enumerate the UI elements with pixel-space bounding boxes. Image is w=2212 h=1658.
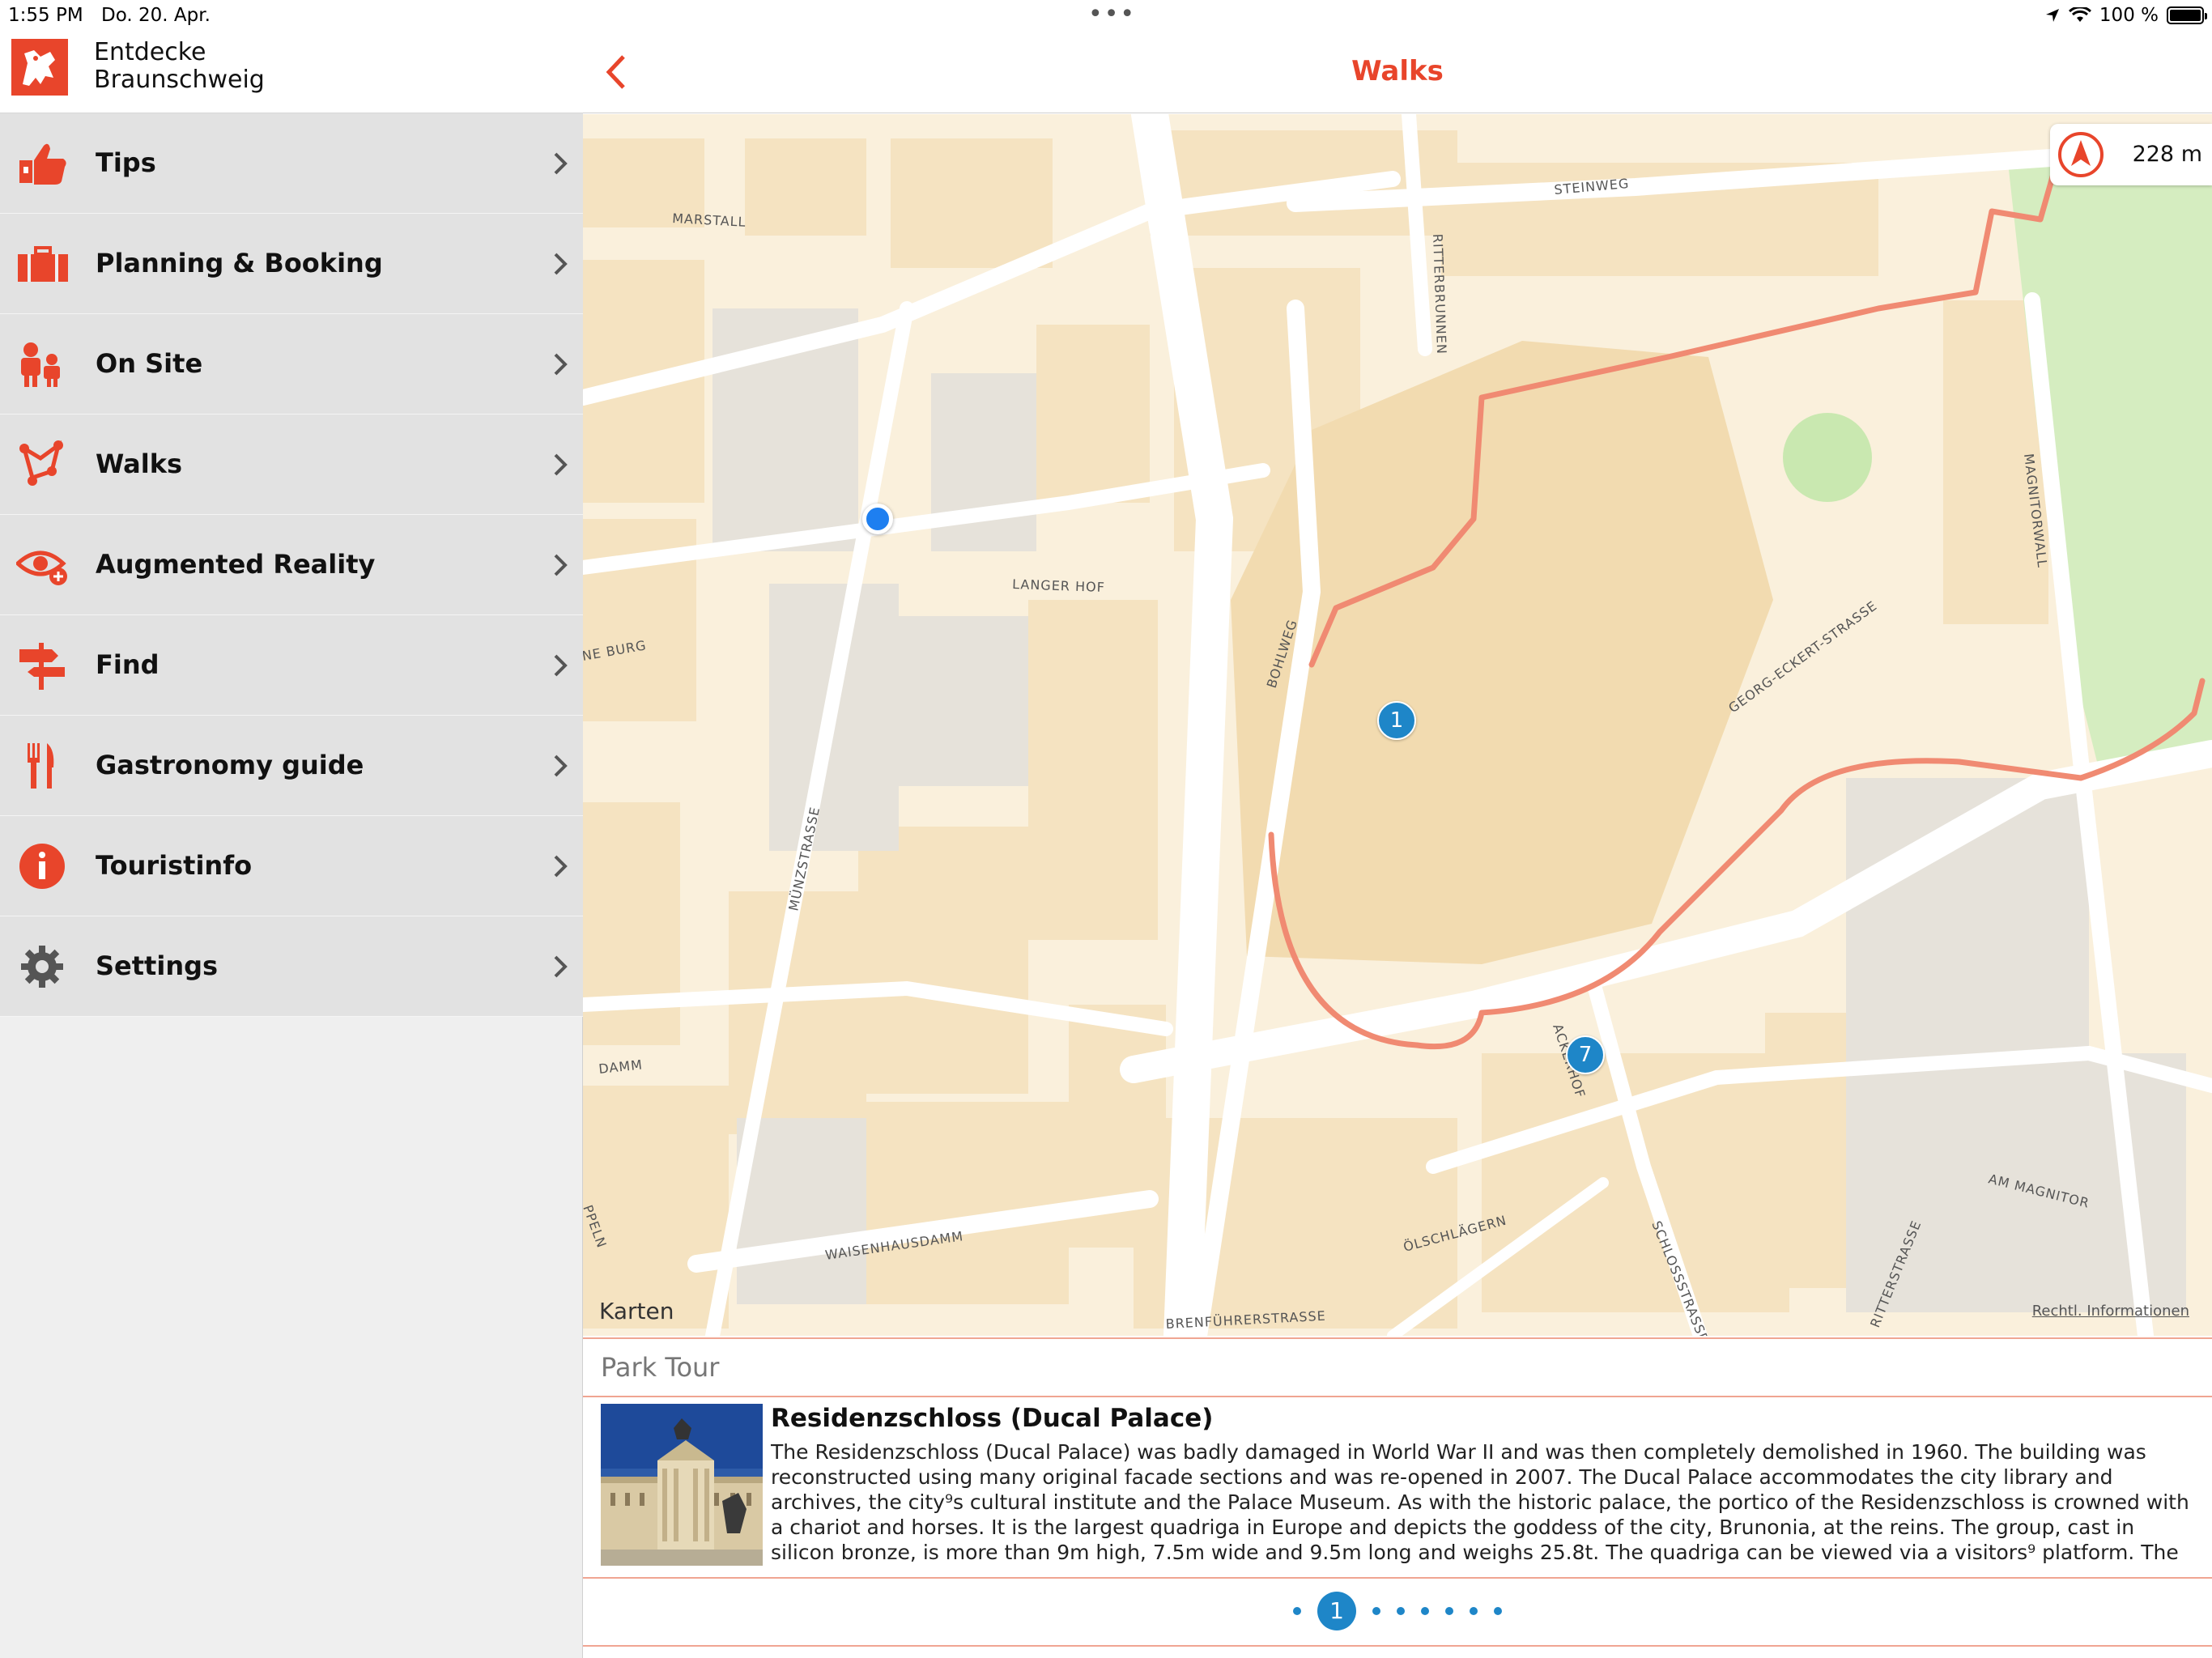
map-marker-1[interactable]: 1	[1377, 701, 1416, 740]
battery-percent: 100 %	[2099, 5, 2159, 26]
divider	[583, 1577, 2212, 1579]
status-date: Do. 20. Apr.	[101, 5, 211, 26]
attribution-text: Karten	[599, 1298, 674, 1324]
page-dot[interactable]	[1470, 1607, 1478, 1615]
people-icon	[21, 342, 60, 387]
signpost-icon	[19, 643, 65, 690]
menu-item-walks[interactable]: Walks	[0, 414, 583, 515]
menu-label: Touristinfo	[96, 850, 253, 881]
menu-label: Augmented Reality	[96, 549, 376, 580]
menu-item-settings[interactable]: Settings	[0, 916, 583, 1017]
menu-label: Planning & Booking	[96, 248, 383, 278]
menu-item-tips[interactable]: Tips	[0, 113, 583, 214]
main-menu: Tips Planning & Booking On Site Walks Au	[0, 113, 583, 1017]
poi-thumbnail[interactable]	[601, 1404, 763, 1566]
menu-item-find[interactable]: Find	[0, 615, 583, 716]
distance-widget[interactable]: 228 m	[2050, 124, 2212, 185]
cutlery-icon	[28, 743, 54, 789]
menu-label: Gastronomy guide	[96, 750, 364, 780]
brand-line1: Entdecke	[94, 38, 206, 66]
divider	[583, 1396, 2212, 1397]
street-label: RITTERBRUNNEN	[1430, 233, 1449, 355]
poi-title[interactable]: Residenzschloss (Ducal Palace)	[771, 1404, 1213, 1433]
menu-item-planning-booking[interactable]: Planning & Booking	[0, 214, 583, 314]
page-indicator[interactable]: 1	[583, 1587, 2212, 1635]
gear-icon	[21, 946, 63, 988]
page-dot[interactable]	[1421, 1607, 1429, 1615]
current-location-dot	[862, 504, 893, 534]
page-dot[interactable]	[1397, 1607, 1405, 1615]
poi-description: The Residenzschloss (Ducal Palace) was b…	[771, 1440, 2189, 1569]
chevron-right-icon	[554, 353, 568, 376]
brand-line2: Braunschweig	[94, 66, 265, 94]
status-right: 100 %	[2044, 5, 2207, 26]
menu-item-on-site[interactable]: On Site	[0, 314, 583, 414]
battery-icon	[2167, 6, 2207, 24]
suitcase-icon	[18, 246, 68, 282]
divider	[583, 1645, 2212, 1647]
page-dot[interactable]	[1494, 1607, 1502, 1615]
nav-header: Walks	[583, 32, 2212, 113]
page-dot[interactable]	[1293, 1607, 1301, 1615]
route-icon	[19, 440, 63, 486]
page-dot[interactable]	[1372, 1607, 1380, 1615]
park-circle	[1783, 413, 1872, 502]
street-label: LANGER HOF	[1012, 576, 1105, 595]
maps-attribution: Karten	[599, 1298, 674, 1324]
legal-link[interactable]: Rechtl. Informationen	[2032, 1303, 2189, 1320]
tour-name: Park Tour	[601, 1352, 720, 1383]
poi-card: Park Tour Residenzschloss (Ducal Palace)…	[583, 1337, 2212, 1658]
chevron-right-icon	[554, 253, 568, 275]
page-dot-current[interactable]: 1	[1317, 1592, 1356, 1630]
status-bar: 1:55 PM Do. 20. Apr. ••• 100 %	[0, 0, 2212, 32]
menu-label: Walks	[96, 449, 183, 479]
wifi-icon	[2068, 7, 2091, 22]
chevron-right-icon	[554, 955, 568, 978]
chevron-right-icon	[554, 855, 568, 878]
eye-icon	[16, 551, 67, 585]
menu-label: Find	[96, 649, 160, 680]
chevron-right-icon	[554, 654, 568, 677]
chevron-right-icon	[554, 152, 568, 175]
chevron-right-icon	[554, 554, 568, 576]
distance-value: 228 m	[2132, 142, 2202, 167]
multitasking-dots-icon[interactable]: •••	[1088, 0, 1136, 28]
map-marker-7[interactable]: 7	[1566, 1035, 1605, 1074]
brand-name: Entdecke Braunschweig	[94, 39, 265, 94]
lion-logo-icon	[11, 39, 68, 96]
page-title: Walks	[1351, 55, 1444, 87]
menu-item-gastronomy-guide[interactable]: Gastronomy guide	[0, 716, 583, 816]
chevron-right-icon	[554, 755, 568, 777]
sidebar: Entdecke Braunschweig Tips Planning & Bo…	[0, 32, 583, 1658]
street-label: DAMM	[598, 1056, 643, 1077]
menu-label: Tips	[96, 147, 156, 178]
palace-block	[1231, 341, 1773, 964]
app-root: 1:55 PM Do. 20. Apr. ••• 100 % Entdecke …	[0, 0, 2212, 1658]
menu-label: Settings	[96, 950, 219, 981]
palace-photo-icon	[601, 1404, 763, 1566]
page-dot[interactable]	[1445, 1607, 1453, 1615]
location-arrow-icon	[2045, 9, 2059, 22]
menu-item-augmented-reality[interactable]: Augmented Reality	[0, 515, 583, 615]
status-time: 1:55 PM	[8, 5, 83, 26]
info-icon	[19, 844, 65, 889]
brand-header: Entdecke Braunschweig	[0, 32, 583, 113]
menu-label: On Site	[96, 348, 203, 379]
chevron-right-icon	[554, 453, 568, 476]
navigation-arrow-icon	[2058, 132, 2104, 177]
menu-item-touristinfo[interactable]: Touristinfo	[0, 816, 583, 916]
thumbs-up-icon	[19, 143, 66, 185]
map-view[interactable]: MARSTALL STEINWEG RITTERBRUNNEN LANGER H…	[583, 114, 2212, 1336]
